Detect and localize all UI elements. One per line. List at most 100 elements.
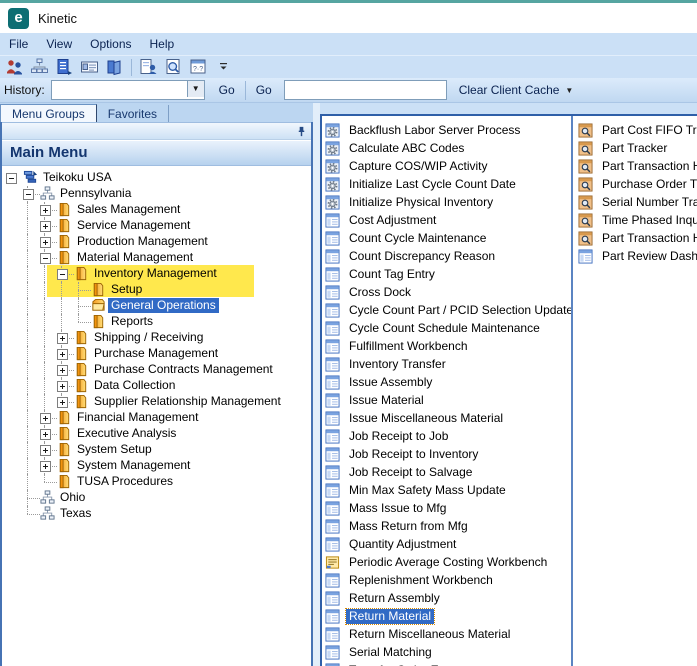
menu-item-backflush-labor-server-process[interactable]: Backflush Labor Server Process bbox=[322, 121, 573, 139]
tree-node-reports[interactable]: Reports bbox=[2, 314, 311, 330]
menu-item-count-tag-entry[interactable]: Count Tag Entry bbox=[322, 265, 573, 283]
tree-node-shipping-receiving[interactable]: Shipping / Receiving bbox=[2, 330, 311, 346]
tree-node-service-management[interactable]: Service Management bbox=[2, 218, 311, 234]
menu-item-part-review-dashboard[interactable]: Part Review Dashboard bbox=[575, 247, 697, 265]
expand-toggle[interactable] bbox=[57, 397, 68, 408]
expand-toggle[interactable] bbox=[57, 365, 68, 376]
expand-toggle[interactable] bbox=[40, 205, 51, 216]
tree-node-financial-management[interactable]: Financial Management bbox=[2, 410, 311, 426]
user-form-icon[interactable] bbox=[136, 57, 161, 77]
menu-item-return-miscellaneous-material[interactable]: Return Miscellaneous Material bbox=[322, 625, 573, 643]
tree-node-system-setup[interactable]: System Setup bbox=[2, 442, 311, 458]
tree-node-tusa-procedures[interactable]: TUSA Procedures bbox=[2, 474, 311, 490]
tree-node-supplier-relationship-management[interactable]: Supplier Relationship Management bbox=[2, 394, 311, 410]
clear-client-cache-button[interactable]: Clear Client Cache bbox=[459, 83, 560, 97]
system-monitor-icon[interactable]: ?·? bbox=[186, 57, 211, 77]
menu-item-job-receipt-to-job[interactable]: Job Receipt to Job bbox=[322, 427, 573, 445]
tree-node-data-collection[interactable]: Data Collection bbox=[2, 378, 311, 394]
tree-node-teikoku-usa[interactable]: Teikoku USA bbox=[2, 170, 311, 186]
menu-item-issue-assembly[interactable]: Issue Assembly bbox=[322, 373, 573, 391]
collapse-toggle[interactable] bbox=[57, 269, 68, 280]
menu-item-periodic-average-costing-workbench[interactable]: Periodic Average Costing Workbench bbox=[322, 553, 573, 571]
menu-item-part-tracker[interactable]: Part Tracker bbox=[575, 139, 697, 157]
menu-view[interactable]: View bbox=[37, 37, 81, 51]
menu-item-purchase-order-tracker[interactable]: Purchase Order Tracker bbox=[575, 175, 697, 193]
expand-toggle[interactable] bbox=[57, 381, 68, 392]
panel-splitter[interactable] bbox=[313, 103, 320, 666]
menu-item-mass-issue-to-mfg[interactable]: Mass Issue to Mfg bbox=[322, 499, 573, 517]
menu-item-initialize-last-cycle-count-date[interactable]: Initialize Last Cycle Count Date bbox=[322, 175, 573, 193]
menu-item-cross-dock[interactable]: Cross Dock bbox=[322, 283, 573, 301]
menu-item-issue-miscellaneous-material[interactable]: Issue Miscellaneous Material bbox=[322, 409, 573, 427]
menu-item-capture-cos-wip-activity[interactable]: Capture COS/WIP Activity bbox=[322, 157, 573, 175]
tab-menu-groups[interactable]: Menu Groups bbox=[0, 104, 97, 122]
combo-dropdown-icon[interactable]: ▼ bbox=[186, 81, 204, 97]
tree-node-executive-analysis[interactable]: Executive Analysis bbox=[2, 426, 311, 442]
menu-item-job-receipt-to-salvage[interactable]: Job Receipt to Salvage bbox=[322, 463, 573, 481]
menu-item-job-receipt-to-inventory[interactable]: Job Receipt to Inventory bbox=[322, 445, 573, 463]
quick-search-input[interactable] bbox=[283, 80, 447, 100]
menu-item-issue-material[interactable]: Issue Material bbox=[322, 391, 573, 409]
collapse-toggle[interactable] bbox=[6, 173, 17, 184]
menu-item-serial-number-tracker[interactable]: Serial Number Tracker bbox=[575, 193, 697, 211]
expand-toggle[interactable] bbox=[40, 237, 51, 248]
clear-cache-dropdown-icon[interactable]: ▼ bbox=[565, 86, 573, 95]
data-sources-icon[interactable] bbox=[102, 57, 127, 77]
menu-file[interactable]: File bbox=[0, 37, 37, 51]
menu-item-min-max-safety-mass-update[interactable]: Min Max Safety Mass Update bbox=[322, 481, 573, 499]
id-card-icon[interactable] bbox=[77, 57, 102, 77]
menu-item-part-transaction-history-tracker[interactable]: Part Transaction History Tracker bbox=[575, 229, 697, 247]
tree-node-purchase-contracts-management[interactable]: Purchase Contracts Management bbox=[2, 362, 311, 378]
history-combobox[interactable]: ▼ bbox=[50, 80, 205, 100]
menu-item-quantity-adjustment[interactable]: Quantity Adjustment bbox=[322, 535, 573, 553]
menu-item-cost-adjustment[interactable]: Cost Adjustment bbox=[322, 211, 573, 229]
menu-item-time-phased-inquiry[interactable]: Time Phased Inquiry bbox=[575, 211, 697, 229]
expand-toggle[interactable] bbox=[40, 429, 51, 440]
expand-toggle[interactable] bbox=[40, 461, 51, 472]
tab-favorites[interactable]: Favorites bbox=[97, 105, 170, 122]
go-button[interactable]: Go bbox=[211, 83, 243, 97]
expand-toggle[interactable] bbox=[57, 349, 68, 360]
tree-node-production-management[interactable]: Production Management bbox=[2, 234, 311, 250]
users-icon[interactable] bbox=[2, 57, 27, 77]
menu-item-mass-return-from-mfg[interactable]: Mass Return from Mfg bbox=[322, 517, 573, 535]
tree-node-inventory-management[interactable]: Inventory Management bbox=[2, 266, 311, 282]
menu-item-initialize-physical-inventory[interactable]: Initialize Physical Inventory bbox=[322, 193, 573, 211]
menu-item-return-material[interactable]: Return Material bbox=[322, 607, 573, 625]
menu-item-serial-matching[interactable]: Serial Matching bbox=[322, 643, 573, 661]
company-list-icon[interactable] bbox=[52, 57, 77, 77]
menu-item-return-assembly[interactable]: Return Assembly bbox=[322, 589, 573, 607]
go-button-2[interactable]: Go bbox=[248, 83, 280, 97]
menu-options[interactable]: Options bbox=[81, 37, 140, 51]
collapse-toggle[interactable] bbox=[40, 253, 51, 264]
expand-toggle[interactable] bbox=[40, 445, 51, 456]
tree-node-setup[interactable]: Setup bbox=[2, 282, 311, 298]
menu-item-calculate-abc-codes[interactable]: Calculate ABC Codes bbox=[322, 139, 573, 157]
menu-item-inventory-transfer[interactable]: Inventory Transfer bbox=[322, 355, 573, 373]
menu-item-part-cost-fifo-tracker[interactable]: Part Cost FIFO Tracker bbox=[575, 121, 697, 139]
hierarchy-icon[interactable] bbox=[27, 57, 52, 77]
menu-item-cycle-count-schedule-maintenance[interactable]: Cycle Count Schedule Maintenance bbox=[322, 319, 573, 337]
tree-node-pennsylvania[interactable]: Pennsylvania bbox=[2, 186, 311, 202]
menu-item-fulfillment-workbench[interactable]: Fulfillment Workbench bbox=[322, 337, 573, 355]
expand-toggle[interactable] bbox=[40, 221, 51, 232]
tree-node-system-management[interactable]: System Management bbox=[2, 458, 311, 474]
expand-toggle[interactable] bbox=[57, 333, 68, 344]
menu-item-count-cycle-maintenance[interactable]: Count Cycle Maintenance bbox=[322, 229, 573, 247]
tree-node-material-management[interactable]: Material Management bbox=[2, 250, 311, 266]
collapse-toggle[interactable] bbox=[23, 189, 34, 200]
menu-item-replenishment-workbench[interactable]: Replenishment Workbench bbox=[322, 571, 573, 589]
menu-help[interactable]: Help bbox=[141, 37, 184, 51]
menu-item-cycle-count-part-pcid-selection-update[interactable]: Cycle Count Part / PCID Selection Update bbox=[322, 301, 573, 319]
tree-node-purchase-management[interactable]: Purchase Management bbox=[2, 346, 311, 362]
menu-item-transfer-order-entry[interactable]: Transfer Order Entry bbox=[322, 661, 573, 666]
tree-node-sales-management[interactable]: Sales Management bbox=[2, 202, 311, 218]
expand-toggle[interactable] bbox=[40, 413, 51, 424]
tree-node-general-operations[interactable]: General Operations bbox=[2, 298, 311, 314]
overflow-icon[interactable] bbox=[211, 57, 236, 77]
tree-node-ohio[interactable]: Ohio bbox=[2, 490, 311, 506]
menu-item-count-discrepancy-reason[interactable]: Count Discrepancy Reason bbox=[322, 247, 573, 265]
search-document-icon[interactable] bbox=[161, 57, 186, 77]
menu-item-part-transaction-history-tracker[interactable]: Part Transaction History Tracker bbox=[575, 157, 697, 175]
tree-node-texas[interactable]: Texas bbox=[2, 506, 311, 522]
